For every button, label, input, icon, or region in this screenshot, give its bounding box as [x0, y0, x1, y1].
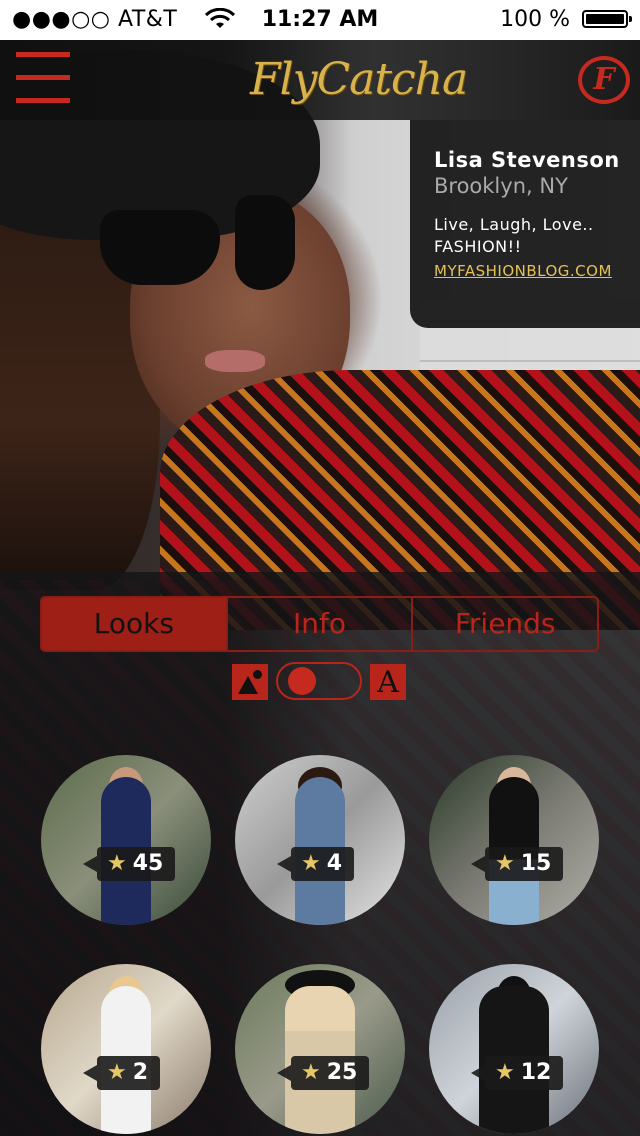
tab-info[interactable]: Info [225, 598, 412, 650]
look-thumbnail[interactable]: ★ 12 [429, 964, 599, 1134]
rating-value: 4 [326, 851, 343, 876]
photo-view-icon[interactable] [232, 664, 268, 700]
battery-icon [582, 10, 632, 28]
rating-badge: ★ 15 [470, 847, 564, 881]
rating-badge: ★ 12 [470, 1056, 564, 1090]
lips [205, 350, 265, 372]
profile-badge-icon[interactable]: F [578, 56, 630, 104]
bio-line: FASHION!! [434, 237, 522, 256]
blog-link[interactable]: MYFASHIONBLOG.COM [434, 262, 640, 280]
profile-name: Lisa Stevenson [434, 148, 620, 172]
app-logo[interactable]: FlyCatcha [250, 46, 468, 114]
star-icon: ★ [301, 851, 321, 876]
star-icon: ★ [495, 1060, 515, 1085]
text-view-icon[interactable]: A [370, 664, 406, 700]
hamburger-menu-icon[interactable] [16, 52, 70, 106]
star-icon: ★ [107, 1060, 127, 1085]
sunglasses-left [100, 210, 220, 285]
sunglasses-right [235, 195, 295, 290]
look-thumbnail[interactable]: ★ 2 [41, 964, 211, 1134]
star-icon: ★ [107, 851, 127, 876]
rating-value: 2 [132, 1060, 149, 1085]
rating-value: 15 [520, 851, 552, 876]
switch-knob [288, 667, 316, 695]
tab-friends[interactable]: Friends [411, 598, 597, 650]
rating-value: 12 [520, 1060, 552, 1085]
battery-percentage: 100 % [500, 7, 570, 32]
view-switch[interactable] [276, 662, 362, 700]
look-thumbnail[interactable]: ★ 15 [429, 755, 599, 925]
profile-info-card: Lisa Stevenson Brooklyn, NY Live, Laugh,… [410, 120, 640, 328]
view-toggle: A [232, 662, 408, 702]
rating-badge: ★ 25 [276, 1056, 370, 1090]
rating-badge: ★ 4 [276, 847, 355, 881]
profile-bio: Live, Laugh, Love.. FASHION!! [434, 214, 640, 258]
rating-value: 25 [326, 1060, 358, 1085]
look-thumbnail[interactable]: ★ 4 [235, 755, 405, 925]
profile-tabs: Looks Info Friends [40, 596, 599, 652]
profile-location: Brooklyn, NY [434, 174, 568, 198]
look-thumbnail[interactable]: ★ 25 [235, 964, 405, 1134]
star-icon: ★ [301, 1060, 321, 1085]
rating-badge: ★ 2 [82, 1056, 161, 1090]
bio-line: Live, Laugh, Love.. [434, 215, 594, 234]
rating-badge: ★ 45 [82, 847, 176, 881]
tab-looks[interactable]: Looks [42, 598, 226, 650]
look-thumbnail[interactable]: ★ 45 [41, 755, 211, 925]
rating-value: 45 [132, 851, 164, 876]
star-icon: ★ [495, 851, 515, 876]
navbar: FlyCatcha F [0, 40, 640, 120]
status-bar: ●●●○○ AT&T 11:27 AM 100 % [0, 0, 640, 40]
